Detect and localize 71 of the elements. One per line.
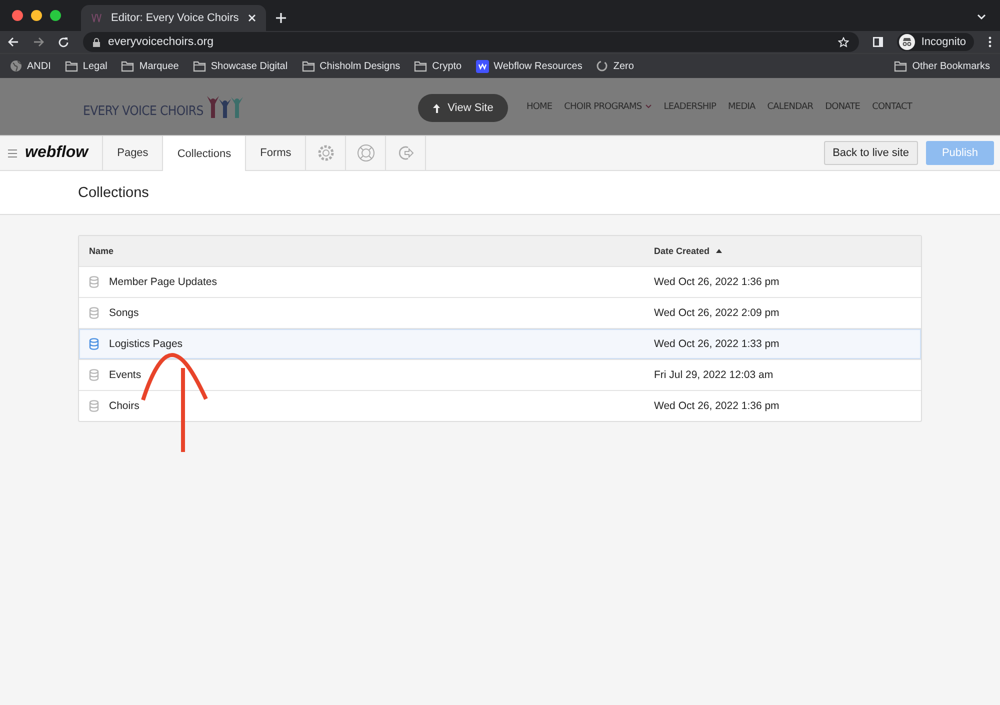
other-bookmarks[interactable]: Other Bookmarks bbox=[894, 60, 990, 72]
date-created: Wed Oct 26, 2022 2:09 pm bbox=[654, 307, 780, 319]
collection-name: Songs bbox=[109, 307, 139, 319]
folder-icon bbox=[894, 60, 908, 72]
database-icon bbox=[89, 276, 99, 288]
caret-icon bbox=[644, 104, 652, 109]
back-to-live-site-button[interactable]: Back to live site bbox=[824, 141, 918, 165]
folder-icon bbox=[302, 60, 315, 72]
database-icon bbox=[89, 307, 99, 319]
date-created: Fri Jul 29, 2022 12:03 am bbox=[654, 369, 774, 381]
collection-row[interactable]: Member Page Updates Wed Oct 26, 2022 1:36 pm bbox=[79, 266, 921, 297]
column-header[interactable]: Name bbox=[89, 246, 114, 256]
folder-icon bbox=[192, 60, 206, 72]
editor-tab[interactable]: Forms bbox=[246, 136, 306, 170]
date-created: Wed Oct 26, 2022 1:33 pm bbox=[654, 338, 780, 350]
forward-arrow-icon[interactable] bbox=[33, 37, 44, 47]
page-title: Collections bbox=[78, 184, 149, 200]
column-header[interactable]: Date Created bbox=[654, 246, 710, 256]
webflow-logo: webflow bbox=[25, 144, 88, 162]
view-site-button[interactable]: View Site bbox=[418, 94, 508, 122]
incognito-icon bbox=[899, 34, 916, 50]
choir-figures-drawing bbox=[205, 94, 246, 118]
database-icon bbox=[89, 338, 99, 350]
editor-tab[interactable]: Collections bbox=[163, 136, 246, 171]
reload-icon[interactable] bbox=[58, 36, 69, 48]
back-arrow-icon[interactable] bbox=[8, 37, 19, 47]
bookmark[interactable]: Showcase Digital bbox=[192, 60, 288, 72]
webflow-icon bbox=[476, 60, 489, 72]
close-icon[interactable] bbox=[248, 14, 256, 22]
sort-ascending-icon[interactable] bbox=[716, 249, 722, 253]
bookmark[interactable]: Webflow Resources bbox=[476, 60, 582, 72]
collection-name: Member Page Updates bbox=[109, 276, 217, 288]
bookmark[interactable]: Crypto bbox=[414, 60, 462, 72]
close-window-button[interactable] bbox=[12, 10, 23, 21]
arrow-up-icon bbox=[432, 104, 440, 112]
folder-icon bbox=[414, 60, 428, 72]
zoom-window-button[interactable] bbox=[50, 10, 61, 21]
chevron-down-icon[interactable] bbox=[977, 14, 986, 20]
star-icon[interactable] bbox=[838, 36, 850, 48]
bookmark[interactable]: Zero bbox=[596, 60, 634, 72]
bookmark[interactable]: ANDI bbox=[10, 60, 51, 72]
menu-icon[interactable] bbox=[988, 36, 992, 48]
ring-icon bbox=[596, 60, 608, 72]
new-tab-icon[interactable] bbox=[276, 13, 286, 23]
bookmark[interactable]: Marquee bbox=[121, 60, 179, 72]
bookmark[interactable]: Legal bbox=[64, 60, 108, 72]
collection-row[interactable]: Logistics Pages Wed Oct 26, 2022 1:33 pm bbox=[79, 328, 921, 359]
date-created: Wed Oct 26, 2022 1:36 pm bbox=[654, 400, 780, 412]
settings-icon bbox=[316, 144, 335, 162]
collection-name: Logistics Pages bbox=[109, 338, 183, 350]
profile-button[interactable]: Incognito bbox=[897, 33, 974, 51]
lock-icon bbox=[93, 38, 100, 46]
lifebuoy-icon bbox=[356, 144, 375, 162]
site-logo-text: EVERY VOICE CHOIRS bbox=[83, 104, 204, 118]
folder-icon bbox=[64, 60, 78, 72]
folder-icon bbox=[121, 60, 134, 72]
globe-icon bbox=[10, 60, 22, 72]
collection-name: Events bbox=[109, 369, 142, 381]
collection-name: Choirs bbox=[109, 400, 140, 412]
database-icon bbox=[89, 369, 99, 381]
bookmark[interactable]: Chisholm Designs bbox=[302, 60, 400, 72]
minimize-window-button[interactable] bbox=[31, 10, 42, 21]
collection-row[interactable]: Choirs Wed Oct 26, 2022 1:36 pm bbox=[79, 390, 921, 421]
collection-row[interactable]: Events Fri Jul 29, 2022 12:03 am bbox=[79, 359, 921, 390]
date-created: Wed Oct 26, 2022 1:36 pm bbox=[654, 276, 780, 288]
database-icon bbox=[89, 400, 99, 412]
choir-favicon bbox=[91, 13, 103, 23]
address-bar[interactable]: everyvoicechoirs.org bbox=[83, 32, 860, 52]
browser-tab[interactable]: Editor: Every Voice Choirs bbox=[81, 5, 266, 31]
side-panel-icon[interactable] bbox=[873, 37, 884, 47]
exit-icon bbox=[396, 144, 415, 162]
